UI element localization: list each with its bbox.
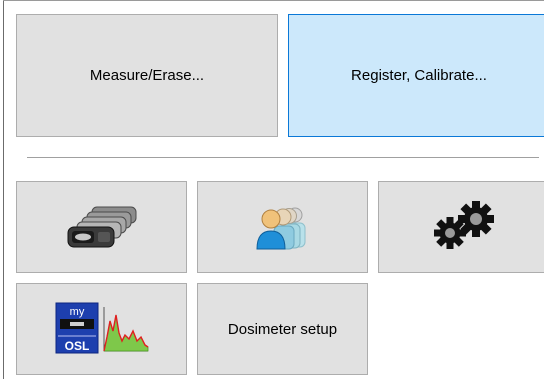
myosl-logo-top-text: my	[69, 306, 84, 318]
window-border-top	[3, 0, 544, 1]
measure-erase-button[interactable]: Measure/Erase...	[16, 14, 278, 137]
gears-icon	[433, 201, 494, 249]
dosimeter-setup-button[interactable]: Dosimeter setup	[197, 283, 368, 375]
user-group-icon	[255, 207, 305, 250]
dosimeter-setup-label: Dosimeter setup	[227, 320, 338, 338]
myosl-button[interactable]: my OSL	[16, 283, 187, 375]
measure-erase-label: Measure/Erase...	[89, 67, 205, 84]
dosimeters-button[interactable]	[16, 181, 187, 273]
separator	[27, 157, 539, 158]
myosl-reader-chart-icon: my OSL	[55, 302, 148, 354]
register-calibrate-label: Register, Calibrate...	[351, 67, 487, 84]
myosl-logo-bottom-text: OSL	[64, 339, 89, 353]
register-calibrate-button[interactable]: Register, Calibrate...	[288, 14, 544, 137]
window-border-left	[3, 0, 4, 379]
dosimeter-stack-icon	[67, 206, 136, 248]
users-button[interactable]	[197, 181, 368, 273]
settings-button[interactable]	[378, 181, 544, 273]
